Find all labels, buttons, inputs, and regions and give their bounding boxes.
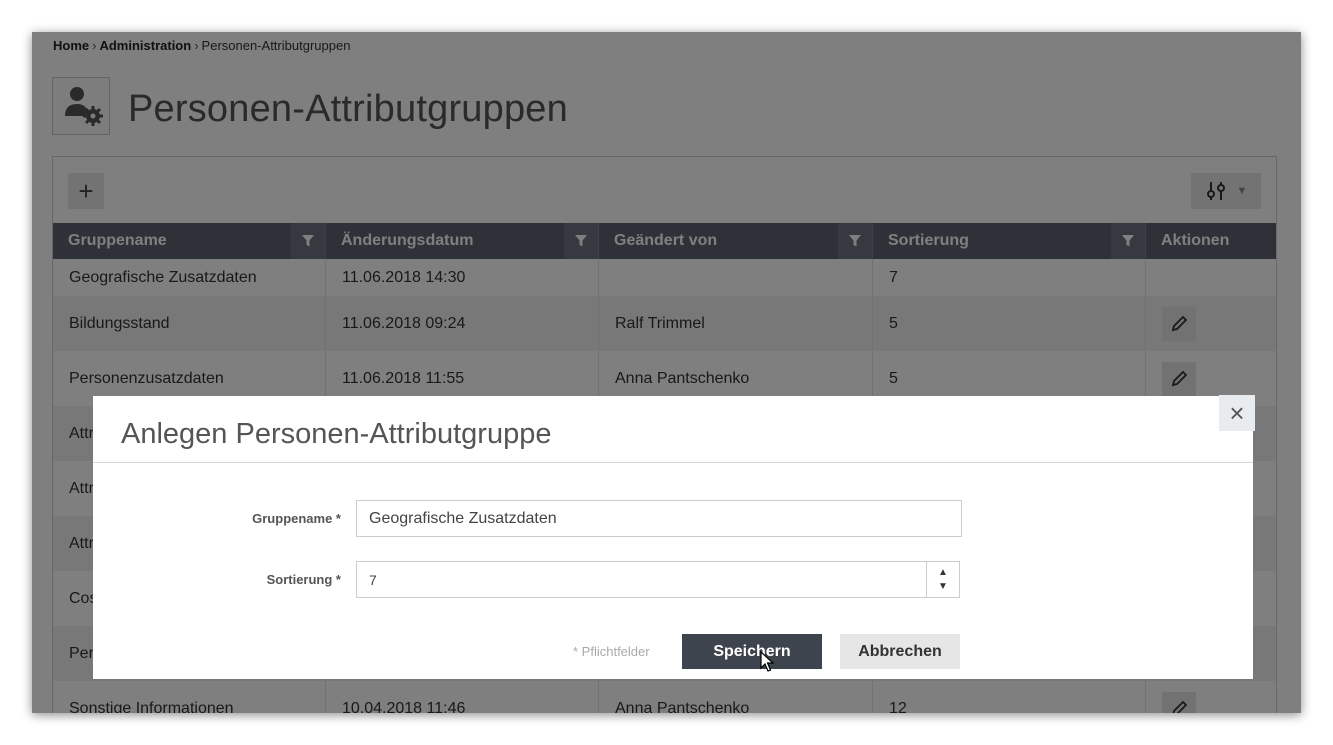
gruppename-input[interactable]: Geografische Zusatzdaten xyxy=(356,500,962,537)
cancel-button[interactable]: Abbrechen xyxy=(840,634,960,669)
sortierung-input[interactable]: 7 ▲ ▼ xyxy=(356,561,960,598)
required-note: * Pflichtfelder xyxy=(573,644,650,659)
arrow-up-icon[interactable]: ▲ xyxy=(938,566,948,580)
quantity-stepper[interactable]: ▲ ▼ xyxy=(926,562,959,597)
dialog-title: Anlegen Personen-Attributgruppe xyxy=(121,418,552,450)
gruppename-label: Gruppename * xyxy=(252,511,341,526)
sortierung-label: Sortierung * xyxy=(266,572,341,587)
save-button[interactable]: Speichern xyxy=(682,634,822,669)
create-dialog: Anlegen Personen-Attributgruppe × Gruppe… xyxy=(93,395,1255,679)
close-icon[interactable]: × xyxy=(1219,395,1255,431)
sortierung-value: 7 xyxy=(369,571,377,588)
arrow-down-icon[interactable]: ▼ xyxy=(938,580,948,594)
app-window: Home›Administration›Personen-Attributgru… xyxy=(32,32,1301,713)
mouse-cursor-icon xyxy=(760,651,774,672)
dialog-divider xyxy=(93,462,1253,463)
